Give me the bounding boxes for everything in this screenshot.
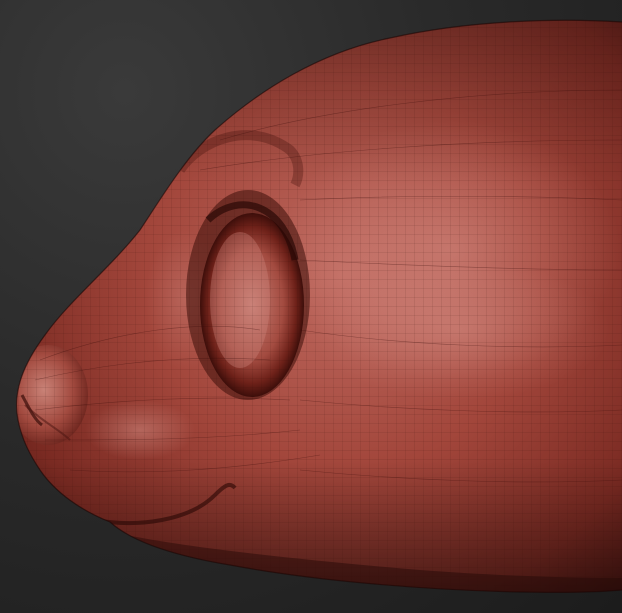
3d-viewport[interactable] — [0, 0, 622, 613]
head-mesh — [16, 20, 622, 593]
sculpt-render — [15, 19, 622, 593]
